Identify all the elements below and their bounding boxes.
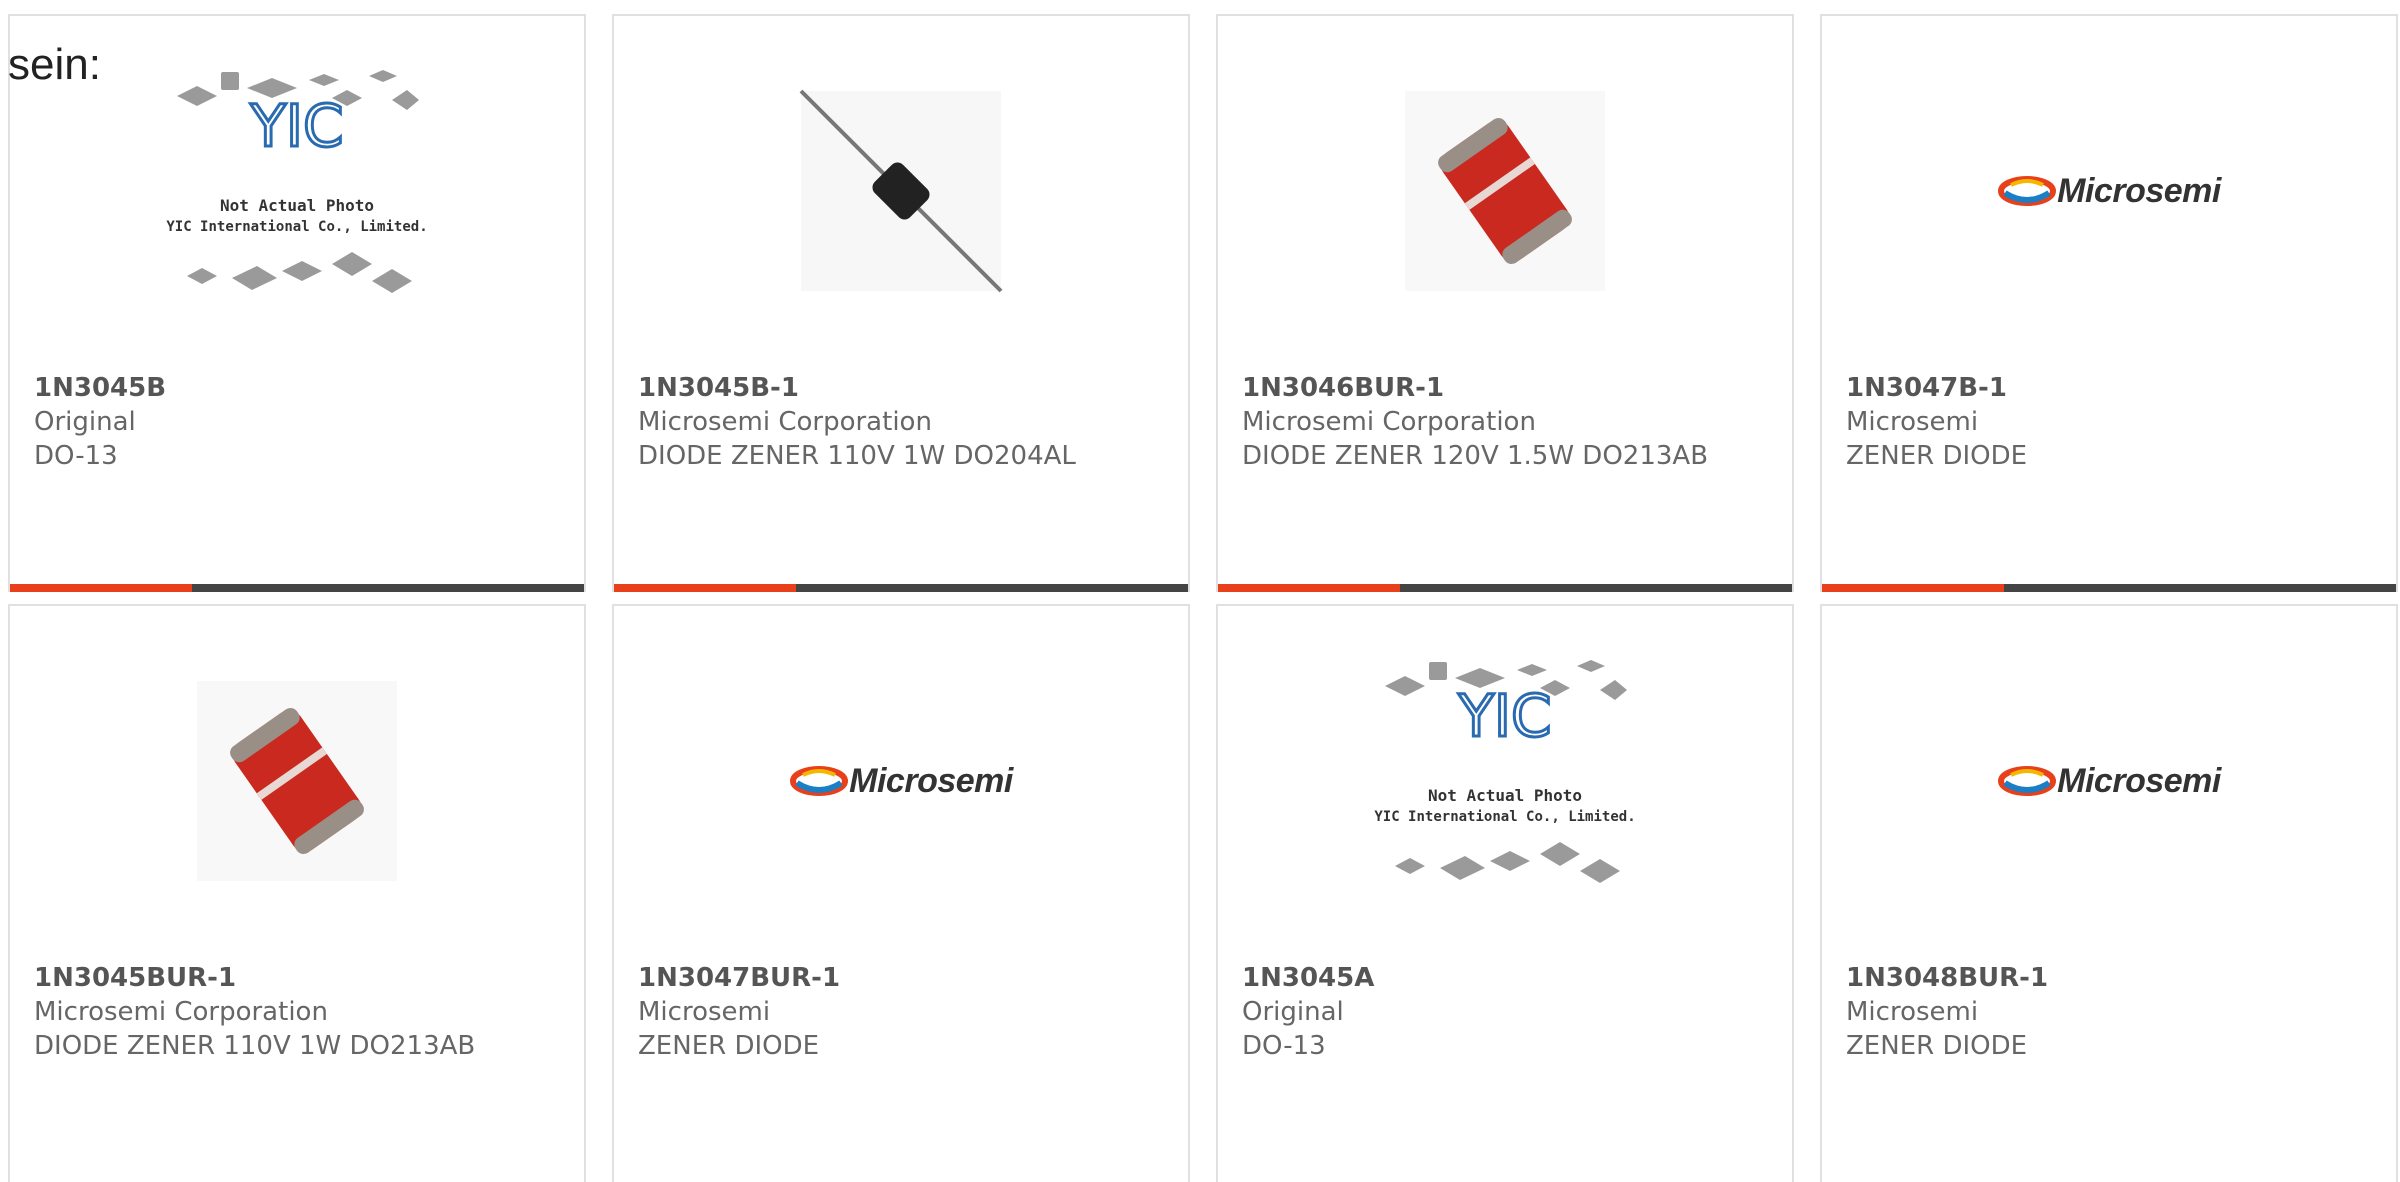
svg-text:YIC: YIC [249, 92, 343, 160]
card-bar [10, 584, 584, 592]
product-card[interactable]: Microsemi 1N3047B-1 Microsemi ZENER DIOD… [1820, 14, 2398, 592]
product-card[interactable]: YIC Not Actual Photo YIC International C… [1216, 604, 1794, 1182]
intro-text: sein: [8, 40, 101, 89]
description: ZENER DIODE [1846, 441, 2028, 471]
description: DIODE ZENER 120V 1.5W DO213AB [1242, 441, 1709, 471]
manufacturer: Microsemi [638, 997, 771, 1027]
description: DIODE ZENER 110V 1W DO204AL [638, 441, 1076, 471]
product-image[interactable]: Microsemi [614, 656, 1188, 906]
part-number[interactable]: 1N3046BUR-1 [1242, 371, 1444, 405]
part-number[interactable]: 1N3045BUR-1 [34, 961, 236, 995]
product-card[interactable]: 1N3045B-1 Microsemi Corporation DIODE ZE… [612, 14, 1190, 592]
manufacturer: Original [34, 407, 136, 437]
part-number[interactable]: 1N3047BUR-1 [638, 961, 840, 995]
product-image[interactable]: YIC Not Actual Photo YIC International C… [10, 66, 584, 316]
card-bar-accent [1218, 584, 1400, 592]
melf-diode-image [1405, 91, 1605, 291]
microsemi-logo: Microsemi [789, 761, 1013, 801]
placeholder-line2: YIC International Co., Limited. [1374, 809, 1635, 825]
part-number[interactable]: 1N3045B [34, 371, 166, 405]
manufacturer: Original [1242, 997, 1344, 1027]
microsemi-logo: Microsemi [1997, 171, 2221, 211]
microsemi-swoosh-icon [1998, 176, 2057, 206]
svg-text:YIC: YIC [1457, 682, 1551, 750]
placeholder-line2: YIC International Co., Limited. [166, 219, 427, 235]
product-image[interactable] [1218, 66, 1792, 316]
product-card[interactable]: 1N3045BUR-1 Microsemi Corporation DIODE … [8, 604, 586, 1182]
yic-placeholder-image: YIC Not Actual Photo YIC International C… [1374, 660, 1636, 883]
card-bar [614, 584, 1188, 592]
card-bar-accent [10, 584, 192, 592]
product-card[interactable]: YIC Not Actual Photo YIC International C… [8, 14, 586, 592]
manufacturer: Microsemi Corporation [638, 407, 932, 437]
card-bar-accent [614, 584, 796, 592]
logo-text: Microsemi [849, 761, 1013, 800]
placeholder-line1: Not Actual Photo [220, 196, 374, 215]
product-image[interactable] [614, 66, 1188, 316]
part-number[interactable]: 1N3045A [1242, 961, 1374, 995]
microsemi-swoosh-icon [790, 766, 849, 796]
product-image[interactable]: Microsemi [1822, 66, 2396, 316]
product-image[interactable]: Microsemi [1822, 656, 2396, 906]
description: DO-13 [1242, 1031, 1326, 1061]
part-number[interactable]: 1N3047B-1 [1846, 371, 2007, 405]
description: ZENER DIODE [1846, 1031, 2028, 1061]
logo-text: Microsemi [2057, 171, 2221, 210]
card-bar [1822, 584, 2396, 592]
part-number[interactable]: 1N3045B-1 [638, 371, 799, 405]
description: DO-13 [34, 441, 118, 471]
description: ZENER DIODE [638, 1031, 820, 1061]
microsemi-swoosh-icon [1998, 766, 2057, 796]
manufacturer: Microsemi Corporation [1242, 407, 1536, 437]
part-number[interactable]: 1N3048BUR-1 [1846, 961, 2048, 995]
logo-text: Microsemi [2057, 761, 2221, 800]
yic-placeholder-image: YIC Not Actual Photo YIC International C… [166, 70, 428, 293]
microsemi-logo: Microsemi [1997, 761, 2221, 801]
product-image[interactable]: YIC Not Actual Photo YIC International C… [1218, 656, 1792, 906]
product-card[interactable]: Microsemi 1N3047BUR-1 Microsemi ZENER DI… [612, 604, 1190, 1182]
manufacturer: Microsemi [1846, 997, 1979, 1027]
description: DIODE ZENER 110V 1W DO213AB [34, 1031, 476, 1061]
card-bar-accent [1822, 584, 2004, 592]
placeholder-line1: Not Actual Photo [1428, 786, 1582, 805]
product-card[interactable]: Microsemi 1N3048BUR-1 Microsemi ZENER DI… [1820, 604, 2398, 1182]
product-card[interactable]: 1N3046BUR-1 Microsemi Corporation DIODE … [1216, 14, 1794, 592]
card-bar [1218, 584, 1792, 592]
product-image[interactable] [10, 656, 584, 906]
manufacturer: Microsemi Corporation [34, 997, 328, 1027]
axial-diode-image [799, 89, 1003, 293]
melf-diode-image [197, 681, 397, 881]
manufacturer: Microsemi [1846, 407, 1979, 437]
